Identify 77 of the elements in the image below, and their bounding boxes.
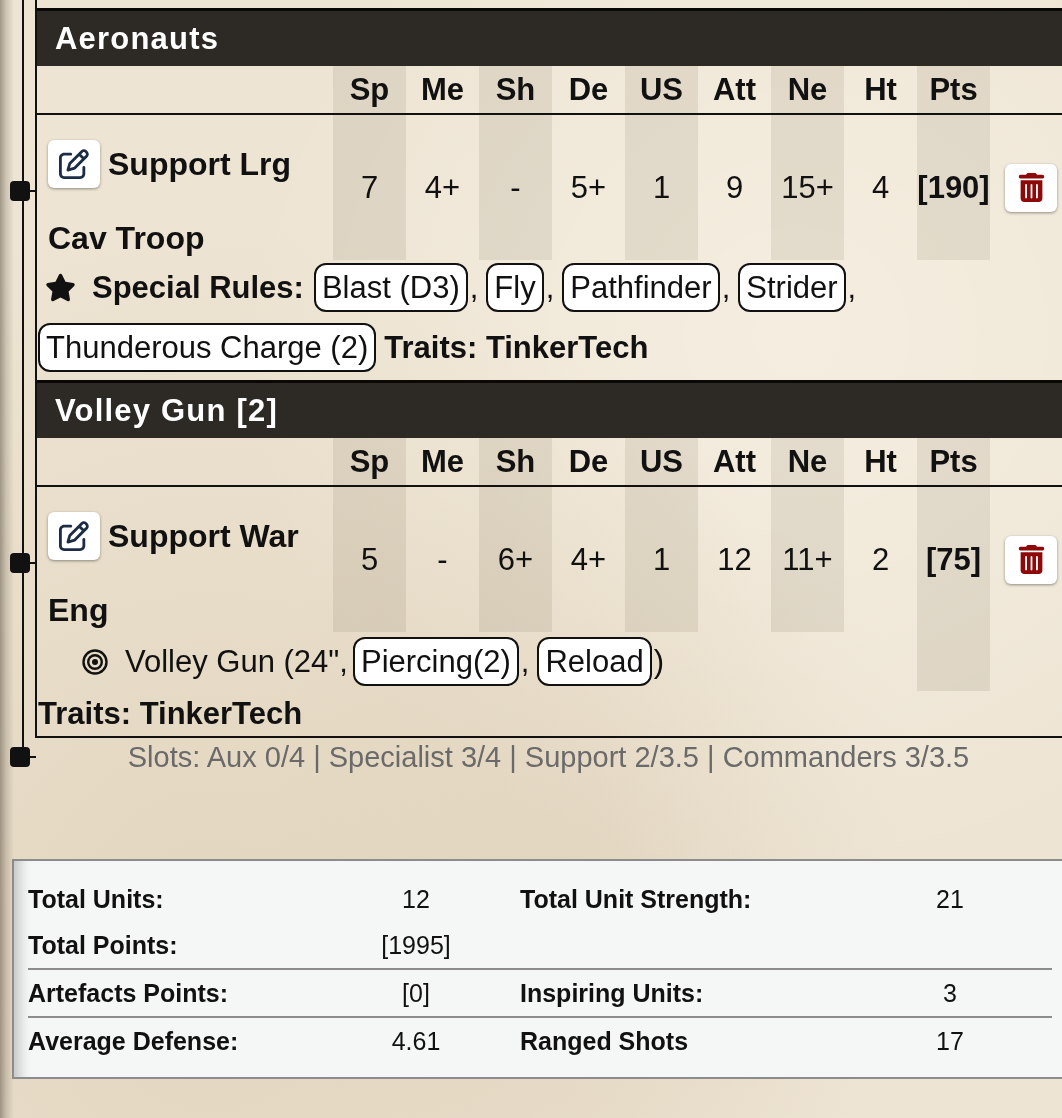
summary-label: Ranged Shots [520,1026,689,1056]
column-header: Pts [917,66,990,115]
summary-label: Inspiring Units: [520,978,704,1008]
trash-icon [1016,173,1046,202]
trash-icon [1016,545,1046,574]
rule-tag[interactable]: Reload [537,637,652,686]
stat-cell: 1 [625,487,698,632]
edit-icon [59,149,89,179]
stat-cell: 7 [333,115,406,260]
stat-cell-text: 4+ [423,168,462,207]
stat-cell: 5 [333,487,406,632]
stat-cell-text: 4 [870,168,891,207]
summary-value: 12 [402,884,430,914]
weapon-text: Volley Gun (24", [125,643,348,680]
timeline-node [10,747,36,767]
section-header: Aeronauts [37,8,1062,66]
stat-cell: - [479,115,552,260]
traits-text: Traits: TinkerTech [38,695,303,732]
column-header: Ne [771,438,844,487]
rule-tag[interactable]: Piercing(2) [352,637,519,686]
column-header: Sp [333,66,406,115]
stat-cell-text: 5+ [569,168,608,207]
comma-separator: , [545,270,555,306]
star-icon [45,272,76,303]
rule-tag[interactable]: Blast (D3) [313,263,468,312]
summary-label: Total Points: [28,930,178,960]
unit-name: Support Lrg [108,145,292,183]
edit-button[interactable] [48,140,100,188]
summary-label: Total Unit Strength: [520,884,752,914]
summary-value: 4.61 [391,1026,441,1056]
edit-button[interactable] [48,512,100,560]
stat-cell-text: 4+ [569,540,608,579]
summary-label: Total Units: [28,884,164,914]
stat-cell-text: 9 [724,168,745,207]
summary-value: [1995] [381,930,451,960]
rule-tag[interactable]: Pathfinder [562,263,720,312]
comma-separator: , [520,644,530,680]
points-cell: [190] [917,115,990,260]
slots-summary: Slots: Aux 0/4 | Specialist 3/4 | Support 2/3.5 | Commanders 3/3.5 [127,740,970,774]
stat-cell-text: 12 [716,540,753,579]
summary-label: Artefacts Points: [28,978,229,1008]
target-icon [82,648,108,675]
column-header: US [625,66,698,115]
unit-name: Support War [108,517,299,555]
closing-parenthesis: ) [653,644,665,680]
delete-button[interactable] [1005,535,1057,584]
edit-icon [59,521,89,551]
summary-value: 3 [943,978,957,1008]
comma-separator: , [469,270,479,306]
points-cell: [75] [917,487,990,691]
stat-cell-text: - [436,540,449,579]
stat-cell: 15+ [771,115,844,260]
stat-cell-text: 2 [870,540,891,579]
unit-type: Cav Troop [48,221,205,255]
summary-label: Average Defense: [28,1026,239,1056]
rule-tag[interactable]: Fly [486,263,544,312]
summary-value: [0] [402,978,430,1008]
comma-separator: , [721,270,731,306]
delete-button[interactable] [1005,163,1057,212]
column-header: Pts [917,438,990,487]
summary-value: 17 [936,1026,964,1056]
stat-cell: 1 [625,115,698,260]
column-header: Sh [479,438,552,487]
rule-tag[interactable]: Thunderous Charge (2) [38,323,377,372]
unit-type: Eng [48,593,109,627]
section-header: Volley Gun [2] [37,380,1062,438]
summary-value: 21 [936,884,964,914]
special-rules-label: Special Rules: [92,269,304,306]
traits-text: Traits: TinkerTech [384,329,649,366]
rule-tag[interactable]: Strider [738,263,846,312]
stat-cell: 6+ [479,487,552,632]
column-header: Sp [333,438,406,487]
column-header: Ne [771,66,844,115]
stat-cell: 11+ [771,487,844,632]
comma-separator: , [847,270,857,306]
column-header: US [625,438,698,487]
column-header: Sh [479,66,552,115]
